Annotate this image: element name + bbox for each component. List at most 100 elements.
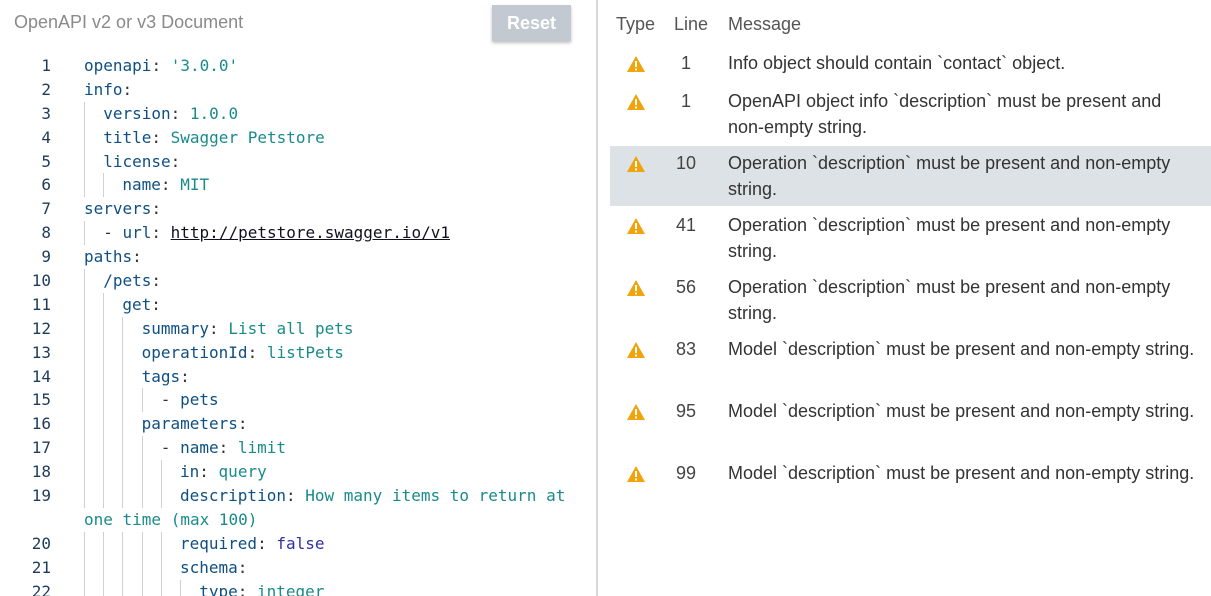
result-message: Model `description` must be present and … (728, 401, 1195, 421)
warning-triangle-icon (627, 404, 645, 420)
editor-title: OpenAPI v2 or v3 Document (14, 12, 244, 32)
code-line: 11 get: (0, 292, 596, 317)
line-number: 15 (31, 390, 51, 410)
indent-guide (122, 555, 124, 580)
code-text: tags: (141, 366, 190, 386)
line-number: 5 (41, 151, 51, 171)
indent-guide (103, 555, 105, 580)
code-text: title: Swagger Petstore (103, 127, 325, 147)
indent-guide (84, 388, 85, 413)
indent-guide (141, 436, 143, 461)
result-row[interactable]: 41 Operation `description` must be presen… (610, 212, 1211, 268)
code-line: 22 type: integer (0, 579, 596, 596)
result-line-number: 83 (675, 339, 697, 359)
code-text: info: (84, 79, 133, 99)
code-key: /pets (103, 271, 152, 291)
indent-guide (122, 460, 124, 485)
code-line: 7 servers: (0, 197, 596, 221)
code-line: 19 description: How many items to return … (0, 484, 596, 508)
result-row[interactable]: 99 Model `description` must be present an… (610, 460, 1211, 516)
code-text: openapi: '3.0.0' (84, 56, 239, 75)
code-value-continuation: one time (max 100) (84, 509, 258, 529)
result-row[interactable]: 1 Info object should contain `contact` ob… (610, 50, 1211, 80)
indent-guide (84, 292, 85, 317)
indent-guide (122, 436, 124, 461)
indent-guide (160, 555, 162, 580)
indent-guide (103, 173, 105, 198)
code-text: - name: limit (160, 438, 287, 458)
code-url-link[interactable]: http://petstore.swagger.io/v1 (171, 223, 450, 242)
indent-guide (84, 364, 85, 389)
header-line[interactable]: Line (674, 14, 708, 35)
code-line: 6 name: MIT (0, 173, 596, 198)
code-line: 12 summary: List all pets (0, 316, 596, 341)
indent-guide (103, 531, 105, 556)
line-number: 6 (41, 175, 51, 195)
code-key: get (122, 294, 152, 314)
warning-triangle-icon (627, 342, 645, 358)
result-row[interactable]: 1 OpenAPI object info `description` must … (610, 88, 1211, 144)
indent-guide (84, 269, 85, 293)
code-text: paths: (84, 247, 142, 267)
code-value: List all pets (228, 318, 354, 338)
line-number: 8 (41, 223, 51, 243)
indent-guide (103, 484, 105, 508)
code-line: 17 - name: limit (0, 436, 596, 461)
code-key: operationId (141, 342, 248, 362)
indent-guide (84, 436, 85, 461)
indent-guide (160, 531, 162, 556)
code-text: summary: List all pets (141, 318, 354, 338)
indent-guide (103, 388, 105, 413)
indent-guide (84, 555, 85, 580)
code-key: license (103, 151, 171, 171)
indent-guide (84, 340, 85, 365)
code-key: name (180, 438, 219, 458)
result-message: Model `description` must be present and … (728, 339, 1195, 359)
indent-guide (103, 340, 105, 365)
indent-guide (141, 484, 143, 508)
code-value: pets (180, 390, 219, 410)
line-number: 20 (31, 533, 51, 553)
code-value: false (276, 533, 325, 553)
indent-guide (160, 460, 162, 485)
code-key: summary (141, 318, 210, 338)
result-row[interactable]: 95 Model `description` must be present an… (610, 398, 1211, 454)
code-key: parameters (141, 414, 238, 434)
indent-guide (160, 484, 162, 508)
panel-divider[interactable] (596, 0, 598, 596)
result-row[interactable]: 10 Operation `description` must be presen… (610, 146, 1211, 206)
header-message[interactable]: Message (728, 14, 801, 35)
code-editor[interactable]: 1 openapi: '3.0.0' 2 info: 3 version: 1.0.0 4 t… (0, 54, 596, 596)
code-text: /pets: (103, 271, 161, 291)
header-type[interactable]: Type (616, 14, 655, 35)
indent-guide (122, 484, 124, 508)
code-text: description: How many items to return at (180, 486, 566, 506)
indent-guide (84, 221, 85, 246)
indent-guide (84, 531, 85, 556)
indent-guide (84, 125, 85, 150)
reset-button[interactable]: Reset (492, 5, 571, 41)
indent-guide (141, 579, 143, 596)
line-number: 16 (31, 414, 51, 434)
result-row[interactable]: 56 Operation `description` must be presen… (610, 274, 1211, 330)
result-row[interactable]: 83 Model `description` must be present an… (610, 336, 1211, 392)
code-line: 1 openapi: '3.0.0' (0, 54, 596, 78)
line-number: 18 (31, 462, 51, 482)
indent-guide (141, 388, 143, 413)
indent-guide (141, 460, 143, 485)
indent-guide (103, 460, 105, 485)
code-text: servers: (84, 199, 162, 219)
indent-guide (84, 484, 85, 508)
line-number: 21 (31, 557, 51, 577)
warning-triangle-icon (627, 280, 645, 296)
code-line-wrap: one time (max 100) (0, 508, 596, 532)
indent-guide (122, 579, 124, 596)
indent-guide (122, 364, 124, 389)
line-number: 22 (31, 581, 51, 596)
code-value: Swagger Petstore (170, 127, 325, 147)
code-key: type (199, 581, 238, 596)
indent-guide (84, 101, 85, 126)
result-message: OpenAPI object info `description` must b… (728, 91, 1162, 137)
result-line-number: 1 (680, 91, 691, 111)
code-text: version: 1.0.0 (103, 103, 239, 123)
